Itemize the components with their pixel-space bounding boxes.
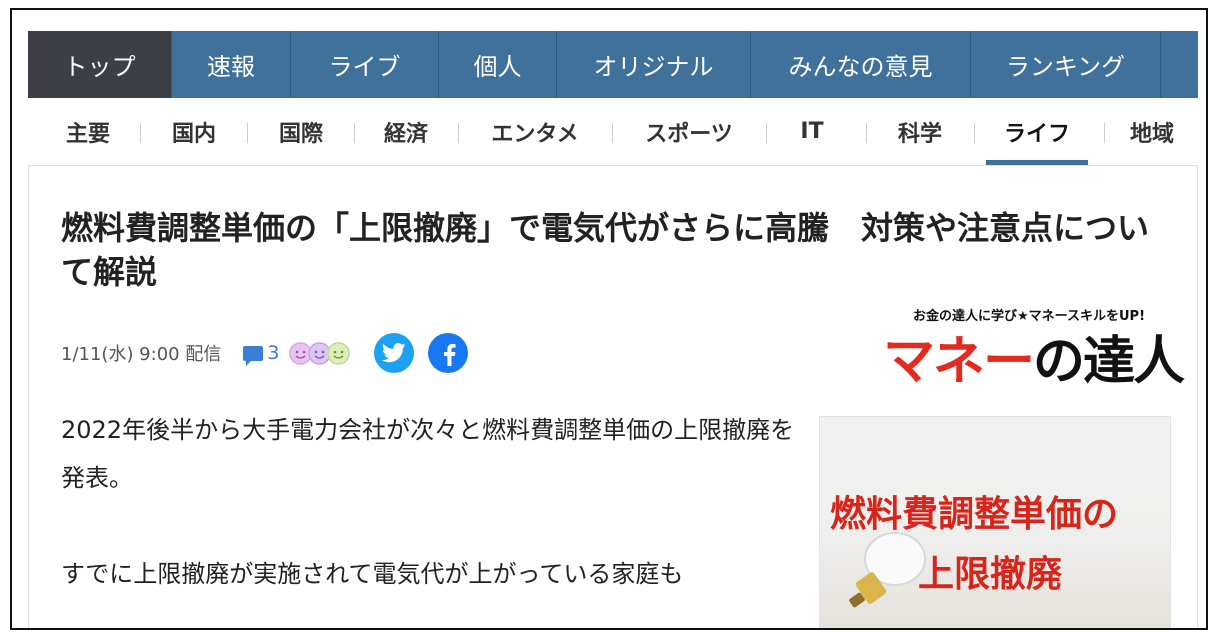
smile-face-icon [327,341,351,365]
category-tab-domestic[interactable]: 国内 [162,98,226,165]
category-separator [766,123,767,143]
publish-date: 1/11(水) 9:00 配信 [61,344,222,365]
body-paragraph: すでに上限撤廃が実施されて電気代が上がっている家庭も [61,560,684,588]
category-separator [612,123,613,143]
comment-icon [243,345,264,366]
category-tab-it[interactable]: IT [788,98,836,165]
category-separator [354,123,355,143]
logo-name-red: マネー [883,332,1035,392]
category-separator [458,123,459,143]
category-tab-entertainment[interactable]: エンタメ [480,98,590,165]
thumbnail-line-2: 上限撤廃 [918,553,1063,595]
twitter-share-button[interactable] [374,333,415,373]
thumbnail-line-1: 燃料費調整単価の [830,493,1119,535]
top-nav: トップ 速報 ライブ 個人 オリジナル みんなの意見 ランキング [28,31,1198,98]
logo-name-dark: の達人 [1033,332,1185,392]
category-tab-region[interactable]: 地域 [1118,98,1186,165]
top-nav-top[interactable]: トップ [28,31,172,98]
logo-wordmark: マネーの達人 [883,319,1185,394]
top-nav-ranking[interactable]: ランキング [971,31,1161,98]
twitter-icon [382,343,407,363]
category-tab-international[interactable]: 国際 [269,98,333,165]
article-title: 燃料費調整単価の「上限撤廃」で電気代がさらに高騰 対策や注意点について解説 [61,209,1150,291]
category-separator [247,123,248,143]
article-thumbnail[interactable]: 燃料費調整単価の 上限撤廃 [819,416,1171,628]
top-nav-live[interactable]: ライブ [291,31,439,98]
reaction-faces[interactable] [289,341,351,365]
share-buttons [374,333,482,373]
category-tab-main[interactable]: 主要 [56,98,120,165]
category-nav: 主要 国内 国際 経済 エンタメ スポーツ IT 科学 ライフ 地域 [28,98,1198,166]
article-meta: 1/11(水) 9:00 配信 3 [61,333,482,373]
money-master-logo[interactable]: お金の達人に学び★マネースキルをUP! マネーの達人 [883,305,1185,395]
article-card: 燃料費調整単価の「上限撤廃」で電気代がさらに高騰 対策や注意点について解説 1/… [28,166,1198,628]
facebook-share-button[interactable] [428,333,469,373]
category-separator [140,123,141,143]
top-nav-original[interactable]: オリジナル [557,31,751,98]
facebook-icon [444,343,456,366]
top-nav-breaking[interactable]: 速報 [172,31,291,98]
comment-count: 3 [267,342,280,364]
category-tab-science[interactable]: 科学 [888,98,952,165]
category-tab-life[interactable]: ライフ [986,98,1088,165]
category-separator [866,123,867,143]
category-separator [1104,123,1105,143]
page-frame: トップ 速報 ライブ 個人 オリジナル みんなの意見 ランキング 主要 国内 国… [10,8,1208,630]
body-paragraph: 2022年後半から大手電力会社が次々と燃料費調整単価の上限撤廃を発表。 [61,416,795,492]
top-nav-individual[interactable]: 個人 [439,31,557,98]
category-tab-sports[interactable]: スポーツ [634,98,744,165]
top-nav-opinions[interactable]: みんなの意見 [751,31,971,98]
category-tab-economy[interactable]: 経済 [374,98,438,165]
article-body: 2022年後半から大手電力会社が次々と燃料費調整単価の上限撤廃を発表。 すでに上… [61,406,801,628]
category-separator [974,123,975,143]
lightbulb-icon [849,532,926,608]
comment-link[interactable]: 3 [243,342,280,366]
